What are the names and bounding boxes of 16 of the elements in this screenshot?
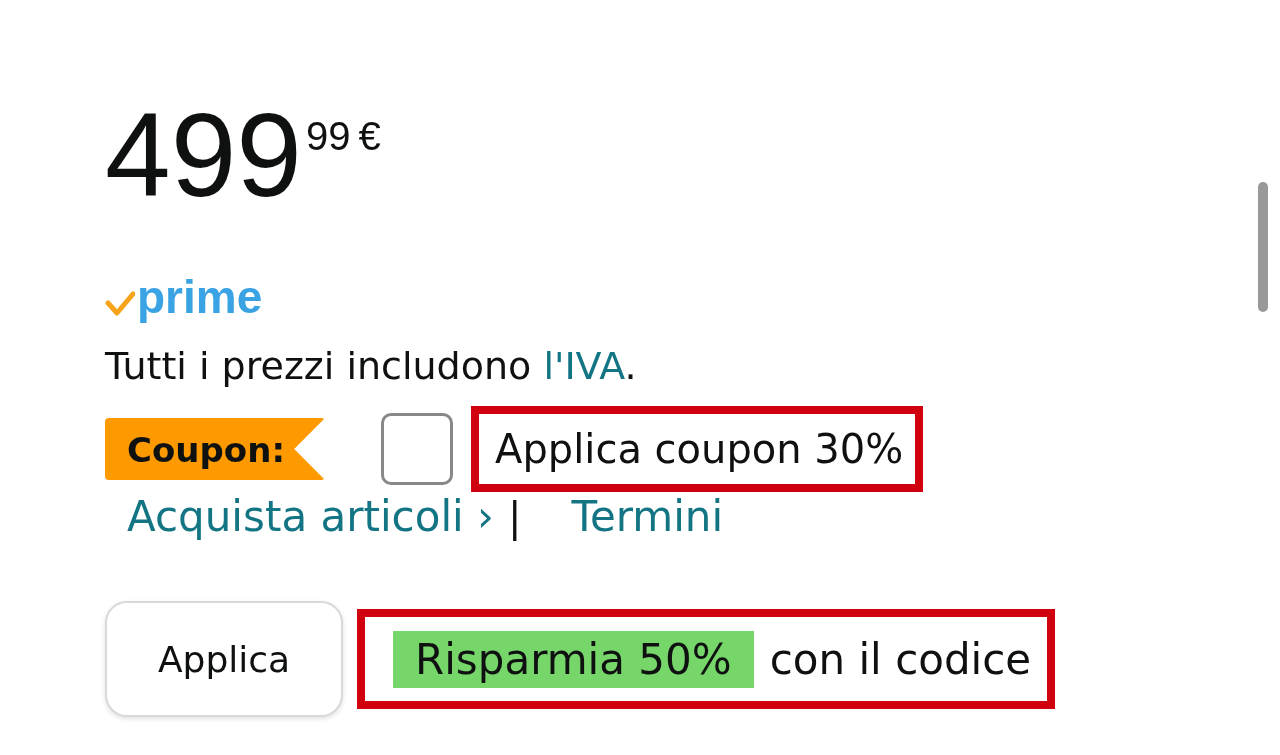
scrollbar[interactable] [1258, 182, 1268, 312]
terms-link[interactable]: Termini [571, 492, 724, 541]
promo-text: con il codice [769, 634, 1032, 684]
shop-items-link[interactable]: Acquista articoli › [127, 492, 494, 541]
price-fraction: 99 [305, 114, 351, 159]
coupon-label: Applica coupon 30% [471, 406, 924, 492]
coupon-badge: Coupon: [105, 418, 325, 480]
tax-note: Tutti i prezzi includono l'IVA. [105, 343, 638, 390]
savings-highlight: Risparmia 50% [393, 630, 754, 688]
vat-link[interactable]: l'IVA [543, 344, 625, 388]
apply-button[interactable]: Applica [105, 601, 343, 717]
price-whole: 499 [105, 96, 302, 214]
separator: | [507, 493, 522, 540]
coupon-checkbox[interactable] [381, 413, 453, 485]
check-icon [105, 291, 135, 317]
currency-symbol: € [358, 114, 381, 159]
